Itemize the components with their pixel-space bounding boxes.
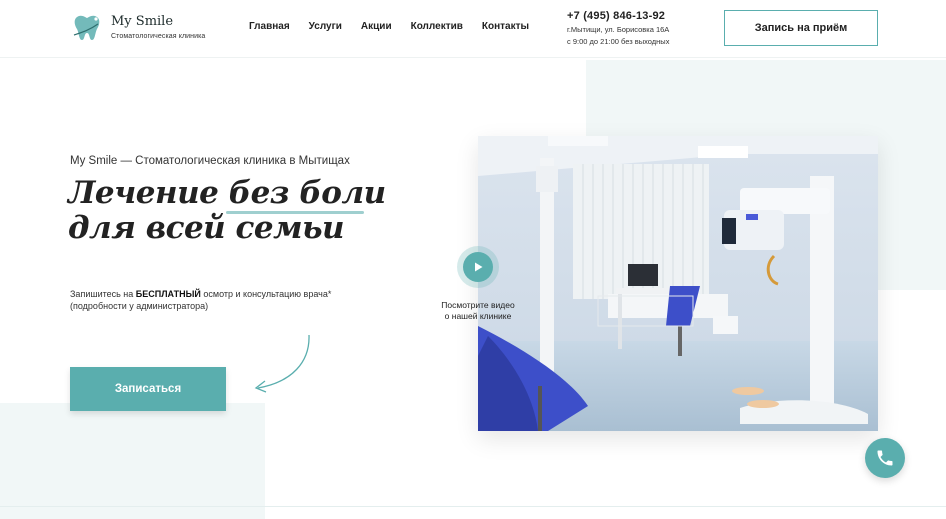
nav-link-team[interactable]: Коллектив [411, 21, 463, 32]
desc-suffix: осмотр и консультацию врача* [200, 289, 332, 299]
curved-arrow-icon [254, 334, 310, 393]
phone-number[interactable]: +7 (495) 846-13-92 [567, 10, 669, 22]
site-header: My Smile Стоматологическая клиника Главн… [0, 0, 946, 58]
logo-subtitle: Стоматологическая клиника [111, 33, 206, 40]
background-block-left [0, 403, 265, 519]
nav-link-services[interactable]: Услуги [309, 21, 342, 32]
section-divider [0, 506, 946, 507]
nav-link-promotions[interactable]: Акции [361, 21, 392, 32]
hero-title-part1: Лечение [68, 175, 229, 211]
clinic-address: г.Мытищи, ул. Борисовка 16А [567, 25, 670, 34]
hero-description: Запишитесь на БЕСПЛАТНЫЙ осмотр и консул… [70, 288, 390, 312]
logo-name: My Smile [111, 14, 174, 29]
play-video-button[interactable] [457, 246, 499, 288]
signup-button[interactable]: Записаться [70, 367, 226, 411]
hero-eyebrow: My Smile — Стоматологическая клиника в М… [70, 155, 350, 167]
working-hours: с 9:00 до 21:00 без выходных [567, 37, 670, 46]
hero-title-highlight: без боли [228, 175, 386, 211]
logo[interactable]: My Smile Стоматологическая клиника [70, 13, 205, 43]
highlight-underline [226, 211, 364, 214]
main-nav: Главная Услуги Акции Коллектив Контакты [249, 21, 529, 32]
tooth-icon [73, 15, 100, 40]
desc-free: БЕСПЛАТНЫЙ [135, 289, 201, 299]
clinic-video-thumbnail[interactable] [478, 136, 878, 431]
video-caption-line2: о нашей клинике [444, 311, 512, 321]
play-icon [475, 262, 483, 272]
desc-prefix: Запишитесь на [70, 289, 136, 299]
hero-title-line2: для всей семьи [68, 210, 345, 246]
nav-link-contacts[interactable]: Контакты [482, 21, 529, 32]
call-button[interactable] [865, 438, 905, 478]
video-caption-line1: Посмотрите видео [441, 300, 515, 310]
clinic-room-image [478, 136, 878, 431]
desc-note: (подробности у администратора) [70, 301, 209, 311]
phone-icon [877, 450, 893, 466]
header-contacts: +7 (495) 846-13-92 г.Мытищи, ул. Борисов… [567, 10, 669, 46]
nav-link-home[interactable]: Главная [249, 21, 290, 32]
video-caption: Посмотрите видео о нашей клинике [428, 300, 528, 322]
appointment-button[interactable]: Запись на приём [724, 10, 878, 46]
play-button-circle [463, 252, 493, 282]
